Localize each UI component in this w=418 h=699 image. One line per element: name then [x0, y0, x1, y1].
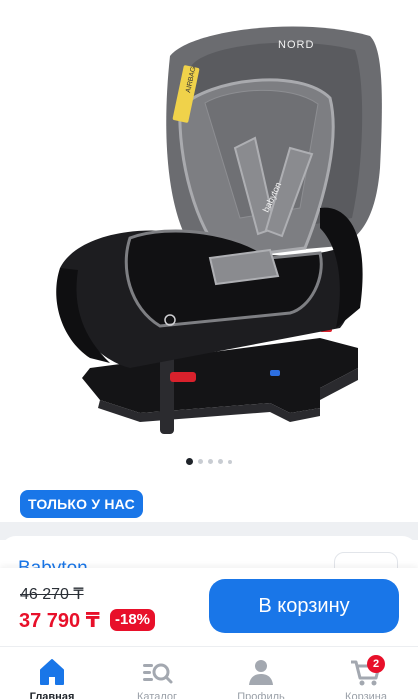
- tab-label: Профиль: [237, 691, 285, 699]
- tab-label: Корзина: [345, 691, 387, 699]
- cart-icon: 2: [349, 655, 385, 689]
- badge-section: ТОЛЬКО У НАС: [0, 478, 418, 528]
- gallery-dot[interactable]: [208, 459, 213, 464]
- tab-profile[interactable]: Профиль: [219, 647, 303, 699]
- current-price: 37 790 ₸: [19, 610, 100, 632]
- gallery-pagination[interactable]: [0, 458, 418, 465]
- discount-badge: -18%: [110, 609, 156, 631]
- tab-catalog[interactable]: Каталог: [115, 647, 199, 699]
- add-to-cart-button[interactable]: В корзину: [209, 579, 399, 633]
- gallery-dot[interactable]: [218, 459, 223, 464]
- tab-label: Главная: [29, 691, 75, 699]
- purchase-bar: 46 270 ₸ 37 790 ₸ -18% В корзину: [0, 568, 418, 646]
- product-image-car-seat[interactable]: AIRBAG NORD babyton: [20, 8, 398, 438]
- gallery-dot[interactable]: [228, 459, 232, 464]
- profile-icon: [244, 655, 278, 689]
- gallery-dot[interactable]: [186, 458, 193, 465]
- nord-logo: NORD: [278, 39, 314, 51]
- exclusive-badge: ТОЛЬКО У НАС: [20, 490, 143, 518]
- catalog-search-icon: [140, 655, 174, 689]
- gallery-dot[interactable]: [198, 459, 203, 464]
- tab-cart[interactable]: 2 Корзина: [324, 647, 408, 699]
- tab-label: Каталог: [137, 691, 177, 699]
- tab-home[interactable]: Главная: [10, 647, 94, 699]
- old-price: 46 270 ₸: [20, 586, 84, 603]
- home-icon: [35, 655, 69, 689]
- cart-count-badge: 2: [367, 655, 385, 673]
- bottom-tab-bar: Главная Каталог Профиль 2 Корзина: [0, 646, 418, 699]
- product-gallery[interactable]: AIRBAG NORD babyton: [0, 0, 418, 480]
